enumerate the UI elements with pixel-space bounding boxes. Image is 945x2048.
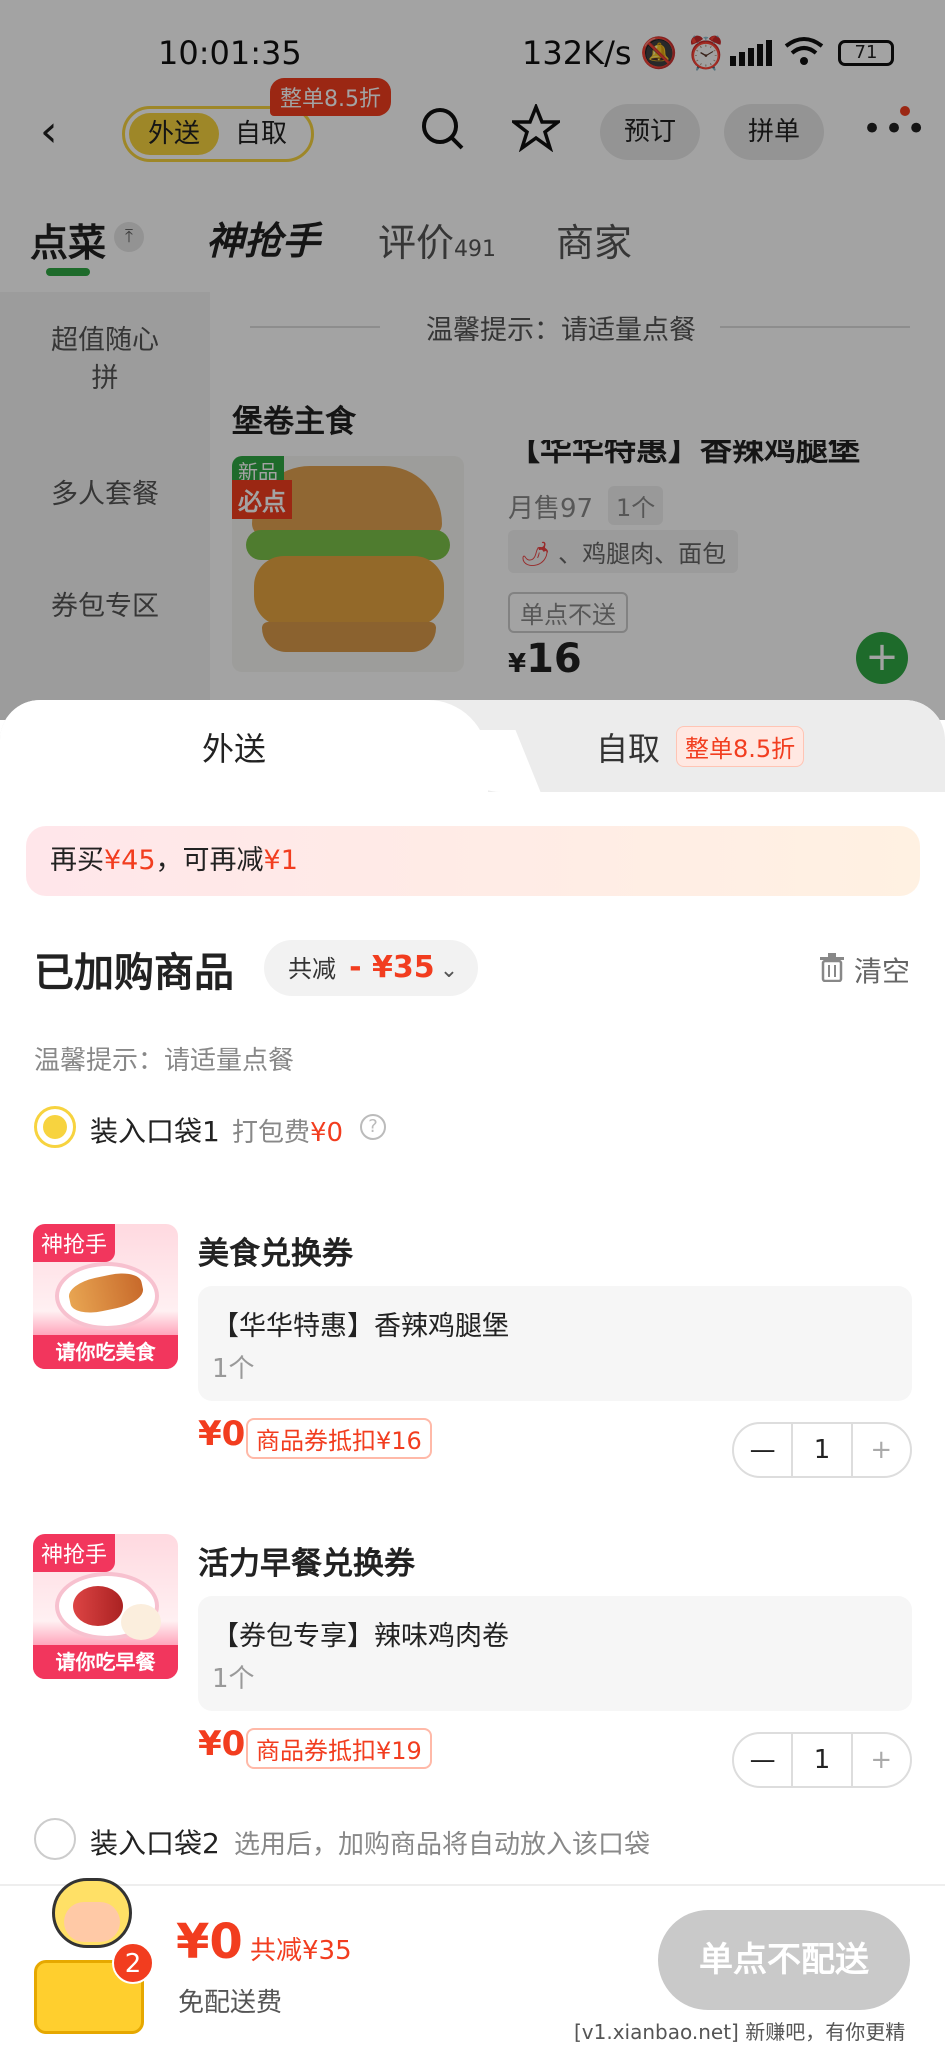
item-product: 【券包专享】辣味鸡肉卷: [212, 1621, 509, 1652]
item-deduct: 商品券抵扣¥19: [246, 1728, 432, 1769]
submit-button[interactable]: 单点不配送: [658, 1910, 910, 2010]
item-price: ¥0: [198, 1724, 245, 1764]
coupon-tag: 神抢手: [33, 1224, 116, 1262]
item-price: ¥0: [198, 1414, 245, 1454]
clear-button[interactable]: 清空: [854, 950, 910, 990]
coupon-bottom: 请你吃早餐: [33, 1645, 178, 1679]
item-product: 【华华特惠】香辣鸡腿堡: [212, 1311, 509, 1342]
item-price-value: ¥0: [198, 1414, 246, 1454]
cart-tab-pickup-label[interactable]: 自取: [596, 724, 660, 770]
promo-amount: ¥45: [104, 845, 156, 876]
item-title: 活力早餐兑换券: [198, 1546, 415, 1582]
mascot-cart-icon[interactable]: 2: [28, 1870, 158, 2040]
cart-total: ¥0: [176, 1914, 243, 1970]
item-qty-text: 1个: [212, 1354, 255, 1384]
item-product-box: 【华华特惠】香辣鸡腿堡 1个: [198, 1286, 912, 1401]
bag1-radio[interactable]: [34, 1106, 76, 1148]
promo-reduce: ¥1: [263, 845, 298, 876]
help-icon[interactable]: ?: [360, 1114, 386, 1140]
watermark: [v1.xianbao.net] 新赚吧，有你更精彩！: [574, 2020, 906, 2044]
item-price-value: ¥0: [198, 1724, 246, 1764]
reduce-label: 共减: [288, 955, 336, 983]
free-delivery: 免配送费: [178, 1988, 283, 2018]
cart-title: 已加购商品: [34, 950, 234, 996]
cart-sheet: 外送 自取 整单8.5折 再买¥45，可再减¥1 已加购商品 共减 - ¥35 …: [0, 700, 945, 2048]
pack-fee: 打包费¥0: [232, 1112, 343, 1149]
minus-button[interactable]: —: [734, 1435, 791, 1465]
promo-banner[interactable]: 再买¥45，可再减¥1: [26, 826, 920, 896]
item-product-box: 【券包专享】辣味鸡肉卷 1个: [198, 1596, 912, 1711]
bag2-radio[interactable]: [34, 1818, 76, 1860]
reduce-amount: - ¥35: [349, 950, 435, 985]
cart-total-reduce: 共减¥35: [250, 1930, 352, 1967]
quantity-value: 1: [791, 1424, 853, 1476]
coupon-bottom: 请你吃美食: [33, 1335, 178, 1369]
coupon-tag: 神抢手: [33, 1534, 116, 1572]
chevron-down-icon: ⌄: [439, 958, 459, 983]
cart-total-reduce-value: 共减¥35: [250, 1936, 352, 1966]
quantity-stepper: — 1 +: [732, 1422, 912, 1478]
item-deduct-tag: 商品券抵扣¥19: [246, 1728, 432, 1769]
minus-button[interactable]: —: [734, 1745, 791, 1775]
item-title: 美食兑换券: [198, 1236, 353, 1272]
bag2-hint: 选用后，加购商品将自动放入该口袋: [234, 1830, 651, 1860]
reduce-summary[interactable]: 共减 - ¥35 ⌄: [264, 940, 478, 996]
coupon-image-food: 神抢手 请你吃美食: [33, 1224, 178, 1369]
quantity-value: 1: [791, 1734, 853, 1786]
bag1-label[interactable]: 装入口袋1: [90, 1110, 220, 1150]
quantity-stepper: — 1 +: [732, 1732, 912, 1788]
pack-fee-label: 打包费: [232, 1118, 311, 1148]
item-deduct: 商品券抵扣¥16: [246, 1418, 432, 1459]
item-qty-text: 1个: [212, 1664, 255, 1694]
cart-mode-tabs: 外送 自取 整单8.5折: [0, 700, 945, 792]
plus-button[interactable]: +: [853, 1745, 910, 1775]
promo-prefix: 再买: [50, 845, 104, 876]
pack-fee-value: ¥0: [310, 1118, 344, 1148]
cart-tab-pickup-badge: 整单8.5折: [676, 726, 805, 767]
trash-icon[interactable]: [818, 952, 846, 983]
cart-tab-delivery-label[interactable]: 外送: [202, 724, 266, 770]
cart-total-value: ¥0: [176, 1914, 243, 1970]
bag1-radio-dot: [43, 1115, 67, 1139]
promo-mid: ，可再减: [155, 845, 264, 876]
overlay-dim[interactable]: [0, 0, 945, 720]
bun-food: [121, 1604, 161, 1640]
cart-count-badge: 2: [112, 1942, 154, 1984]
plus-button[interactable]: +: [853, 1435, 910, 1465]
bag2-label[interactable]: 装入口袋2: [90, 1822, 220, 1862]
item-deduct-tag: 商品券抵扣¥16: [246, 1418, 432, 1459]
mascot-face: [64, 1902, 120, 1942]
coupon-image-breakfast: 神抢手 请你吃早餐: [33, 1534, 178, 1679]
soup-food: [73, 1586, 123, 1626]
cart-tip: 温馨提示：请适量点餐: [34, 1046, 295, 1076]
